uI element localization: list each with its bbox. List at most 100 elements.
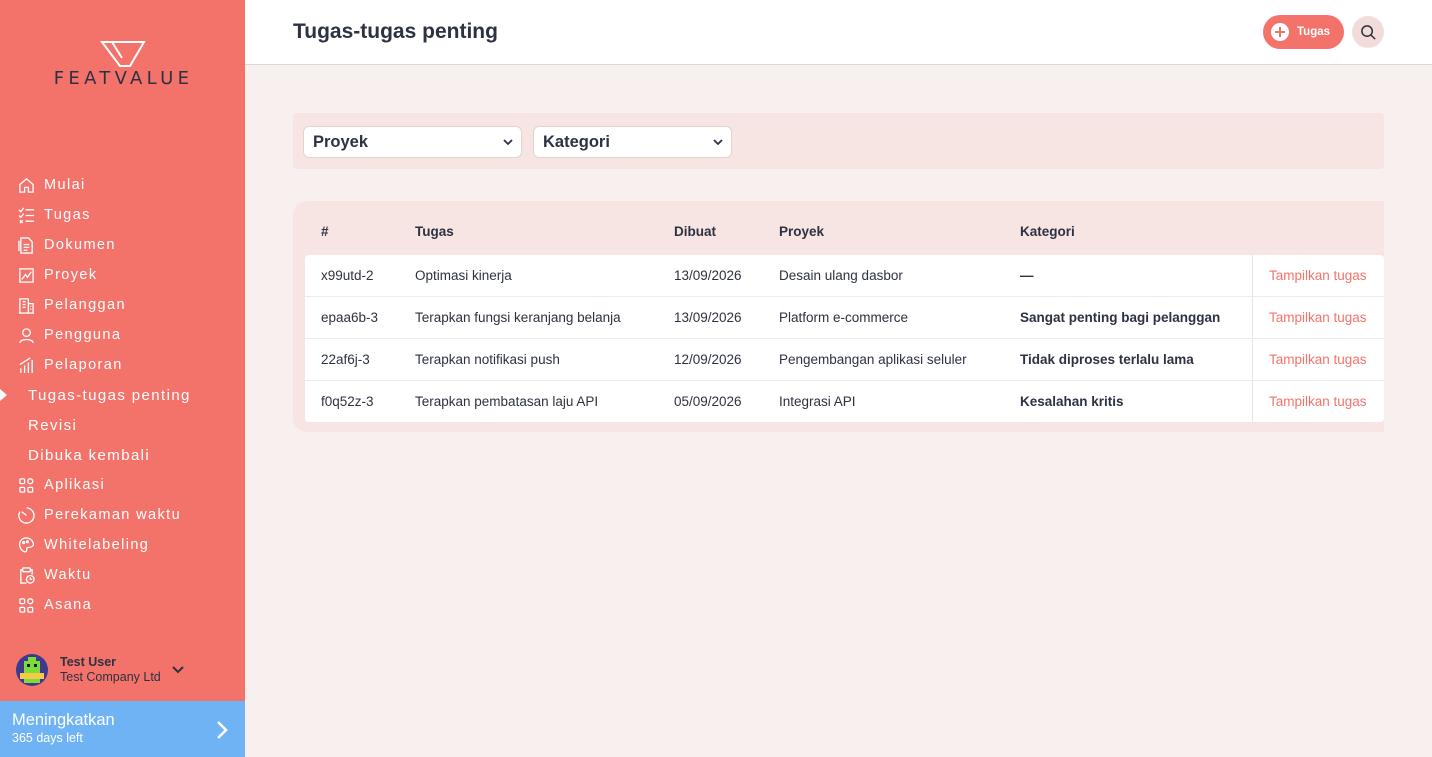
table-header: # Tugas Dibuat Proyek Kategori [293,201,1384,255]
sidebar-item-mulai[interactable]: Mulai [0,170,245,200]
user-company: Test Company Ltd [60,670,161,684]
task-created: 13/09/2026 [674,268,742,283]
page-header: Tugas-tugas penting Tugas [245,0,1432,65]
upgrade-banner[interactable]: Meningkatkan 365 days left [0,701,245,757]
sidebar-item-label: Revisi [28,416,78,434]
sidebar-item-label: Perekaman waktu [44,507,182,523]
column-header-project: Proyek [779,224,825,239]
column-header-id: # [321,224,329,239]
task-created: 05/09/2026 [674,394,742,409]
brand-name: FEATVALUE [53,68,194,89]
column-header-created: Dibuat [674,224,716,239]
sidebar-item-label: Tugas [44,207,91,223]
column-header-category: Kategori [1020,224,1075,239]
sidebar-item-label: Dibuka kembali [28,446,151,464]
logo-mark-icon [100,41,146,67]
category-filter-select[interactable]: Kategori [533,126,732,158]
table-row: 22af6j-3 Terapkan notifikasi push 12/09/… [305,339,1384,381]
task-project: Desain ulang dasbor [779,268,903,283]
checklist-icon [17,206,35,224]
show-task-link[interactable]: Tampilkan tugas [1269,394,1367,409]
clipboard-clock-icon [17,566,35,584]
chevron-down-icon [172,666,184,674]
chart-icon [17,266,35,284]
table-body: x99utd-2 Optimasi kinerja 13/09/2026 Des… [305,255,1384,422]
sidebar-item-label: Asana [44,597,93,613]
sidebar-item-label: Aplikasi [44,477,106,493]
search-button[interactable] [1352,16,1384,48]
task-title: Optimasi kinerja [415,268,512,283]
table-row: x99utd-2 Optimasi kinerja 13/09/2026 Des… [305,255,1384,297]
add-task-label: Tugas [1297,26,1331,38]
show-task-link[interactable]: Tampilkan tugas [1269,352,1367,367]
sidebar-item-whitelabeling[interactable]: Whitelabeling [0,530,245,560]
table-row: epaa6b-3 Terapkan fungsi keranjang belan… [305,297,1384,339]
user-name: Test User [60,655,117,669]
upgrade-title: Meningkatkan [12,711,115,729]
task-category: Tidak diproses terlalu lama [1020,352,1194,367]
task-project: Integrasi API [779,394,856,409]
user-menu[interactable]: Test User Test Company Ltd [16,652,231,688]
bar-chart-icon [17,356,35,374]
task-project: Pengembangan aplikasi seluler [779,352,967,367]
sidebar-item-label: Mulai [44,177,86,193]
sidebar-subitem-dibuka-kembali[interactable]: Dibuka kembali [0,440,245,470]
task-id: epaa6b-3 [321,310,379,325]
sidebar-item-pelanggan[interactable]: Pelanggan [0,290,245,320]
sidebar-item-waktu[interactable]: Waktu [0,560,245,590]
sidebar-item-perekaman-waktu[interactable]: Perekaman waktu [0,500,245,530]
sidebar-item-label: Dokumen [44,237,116,253]
sidebar-nav: Mulai Tugas Dokumen Proyek Pelanggan Pen… [0,170,245,620]
task-created: 13/09/2026 [674,310,742,325]
task-project: Platform e-commerce [779,310,909,325]
timer-icon [17,506,35,524]
sidebar-item-proyek[interactable]: Proyek [0,260,245,290]
add-task-button[interactable]: Tugas [1263,15,1344,49]
sidebar-subitem-revisi[interactable]: Revisi [0,410,245,440]
sidebar-item-asana[interactable]: Asana [0,590,245,620]
sidebar-item-pengguna[interactable]: Pengguna [0,320,245,350]
upgrade-subtitle: 365 days left [12,731,83,745]
user-icon [17,326,35,344]
page-title: Tugas-tugas penting [293,20,498,43]
chevron-down-icon [503,139,513,146]
chevron-right-icon [217,721,228,739]
sidebar: FEATVALUE Mulai Tugas Dokumen Proyek Pel… [0,0,245,757]
document-icon [17,236,35,254]
sidebar-item-dokumen[interactable]: Dokumen [0,230,245,260]
task-title: Terapkan fungsi keranjang belanja [415,310,621,325]
apps-icon [17,596,35,614]
task-category: Sangat penting bagi pelanggan [1020,310,1221,325]
tasks-table: # Tugas Dibuat Proyek Kategori x99utd-2 … [293,201,1384,432]
plus-icon [1271,23,1289,41]
category-filter-value: Kategori [543,133,610,151]
sidebar-item-label: Pelaporan [44,357,123,373]
show-task-link[interactable]: Tampilkan tugas [1269,310,1367,325]
sidebar-item-label: Pengguna [44,327,122,343]
sidebar-item-label: Pelanggan [44,297,126,313]
avatar [16,654,48,686]
project-filter-select[interactable]: Proyek [303,126,522,158]
sidebar-item-label: Whitelabeling [44,537,150,553]
task-id: f0q52z-3 [321,394,374,409]
sidebar-item-label: Waktu [44,567,92,583]
chevron-down-icon [713,139,723,146]
column-header-task: Tugas [415,224,454,239]
show-task-link[interactable]: Tampilkan tugas [1269,268,1367,283]
featvalue-logo[interactable]: FEATVALUE [36,40,211,90]
filter-bar: Proyek Kategori [293,113,1384,169]
sidebar-item-label: Tugas-tugas penting [28,386,191,404]
sidebar-item-tugas[interactable]: Tugas [0,200,245,230]
search-icon [1360,24,1376,40]
task-title: Terapkan notifikasi push [415,352,560,367]
sidebar-item-pelaporan[interactable]: Pelaporan [0,350,245,380]
building-icon [17,296,35,314]
task-id: x99utd-2 [321,268,374,283]
project-filter-value: Proyek [313,133,369,151]
sidebar-item-aplikasi[interactable]: Aplikasi [0,470,245,500]
task-category: — [1020,268,1034,283]
task-category: Kesalahan kritis [1020,394,1124,409]
palette-icon [17,536,35,554]
task-title: Terapkan pembatasan laju API [415,394,599,409]
sidebar-subitem-tugas-penting[interactable]: Tugas-tugas penting [0,380,245,410]
